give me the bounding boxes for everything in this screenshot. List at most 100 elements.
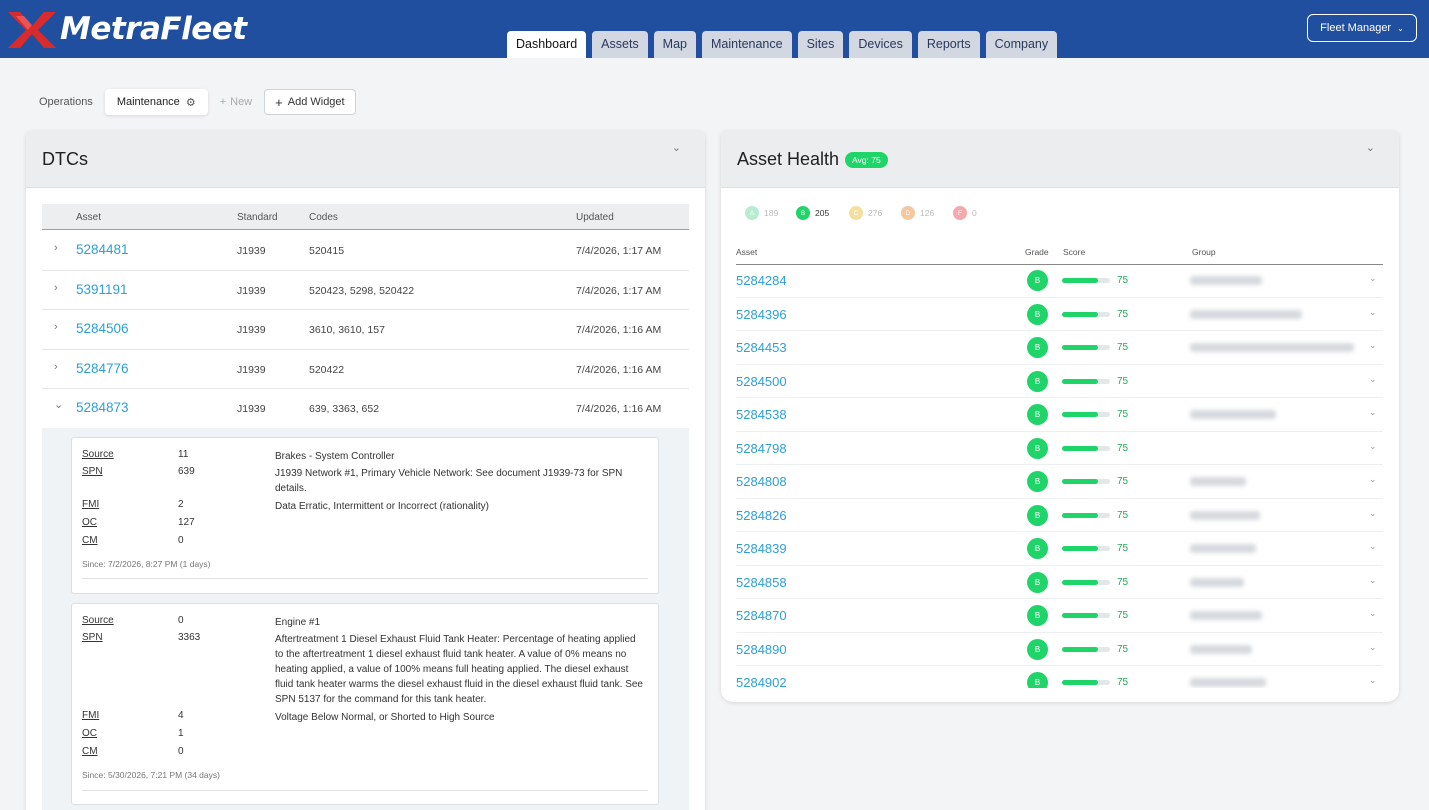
asset-link[interactable]: 5284538: [736, 407, 787, 422]
chevron-down-icon[interactable]: ⌄: [1369, 541, 1377, 552]
asset-link[interactable]: 5284839: [736, 541, 787, 556]
brand-logo[interactable]: MetraFleet: [6, 6, 247, 52]
asset-link[interactable]: 5284453: [736, 340, 787, 355]
fault-label-cm[interactable]: CM: [82, 746, 98, 757]
grade-filter-b[interactable]: B 205: [796, 206, 829, 220]
fault-label-spn[interactable]: SPN: [82, 466, 103, 477]
column-header-updated[interactable]: Updated: [576, 212, 614, 223]
dashboard-tab-operations[interactable]: Operations: [27, 89, 105, 115]
chevron-down-icon[interactable]: ⌄: [1369, 273, 1377, 284]
score-value: 75: [1117, 308, 1129, 320]
chevron-down-icon[interactable]: ⌄: [1369, 407, 1377, 418]
chevron-down-icon[interactable]: ⌄: [1369, 642, 1377, 653]
nav-tab-dashboard[interactable]: Dashboard: [507, 31, 587, 58]
asset-link[interactable]: 5284776: [76, 361, 129, 376]
table-row[interactable]: 5284284 B 75 ⌄: [736, 264, 1383, 298]
column-header-group[interactable]: Group: [1192, 247, 1216, 257]
asset-link[interactable]: 5284500: [736, 374, 787, 389]
chevron-right-icon[interactable]: ›: [54, 282, 58, 294]
asset-link[interactable]: 5284506: [76, 321, 129, 336]
nav-tab-company[interactable]: Company: [985, 31, 1058, 58]
asset-link[interactable]: 5391191: [76, 282, 128, 297]
chevron-down-icon[interactable]: ⌄: [54, 398, 63, 411]
gear-icon[interactable]: ⚙: [186, 96, 196, 109]
grade-filter-d[interactable]: D 126: [901, 206, 934, 220]
nav-tab-sites[interactable]: Sites: [797, 31, 844, 58]
asset-link[interactable]: 5284396: [736, 307, 787, 322]
add-widget-button[interactable]: + Add Widget: [264, 89, 356, 115]
column-header-grade[interactable]: Grade: [1025, 247, 1049, 257]
fault-label-cm[interactable]: CM: [82, 535, 98, 546]
chevron-down-icon[interactable]: ⌄: [1366, 141, 1375, 154]
asset-link[interactable]: 5284826: [736, 508, 787, 523]
fault-label-source[interactable]: Source: [82, 449, 114, 460]
fault-label-fmi[interactable]: FMI: [82, 710, 99, 721]
asset-link[interactable]: 5284284: [736, 273, 787, 288]
asset-link[interactable]: 5284873: [76, 400, 129, 415]
table-row[interactable]: 5284826 B 75 ⌄: [736, 499, 1383, 532]
chevron-right-icon[interactable]: ›: [54, 361, 58, 373]
table-row[interactable]: › 5284776 J1939 520422 7/4/2026, 1:16 AM: [42, 350, 689, 389]
fault-label-fmi[interactable]: FMI: [82, 499, 99, 510]
table-row[interactable]: 5284870 B 75 ⌄: [736, 599, 1383, 633]
table-row[interactable]: › 5391191 J1939 520423, 5298, 520422 7/4…: [42, 271, 689, 310]
column-header-standard[interactable]: Standard: [237, 212, 278, 223]
nav-tab-assets[interactable]: Assets: [592, 31, 648, 58]
fault-label-source[interactable]: Source: [82, 615, 114, 626]
chevron-right-icon[interactable]: ›: [54, 242, 58, 254]
table-row[interactable]: 5284396 B 75 ⌄: [736, 298, 1383, 331]
chevron-down-icon[interactable]: ⌄: [1369, 575, 1377, 586]
table-row[interactable]: 5284453 B 75 ⌄: [736, 331, 1383, 365]
asset-link[interactable]: 5284902: [736, 675, 787, 688]
column-header-asset[interactable]: Asset: [76, 212, 101, 223]
nav-tab-map[interactable]: Map: [653, 31, 696, 58]
asset-link[interactable]: 5284798: [736, 441, 787, 456]
user-menu-button[interactable]: Fleet Manager ⌄: [1307, 14, 1417, 42]
asset-link[interactable]: 5284858: [736, 575, 787, 590]
dashboard-tab-maintenance[interactable]: Maintenance ⚙: [104, 89, 208, 115]
chevron-down-icon[interactable]: ⌄: [1369, 340, 1377, 351]
asset-link[interactable]: 5284808: [736, 474, 787, 489]
table-row[interactable]: 5284808 B 75 ⌄: [736, 465, 1383, 499]
table-row[interactable]: › 5284506 J1939 3610, 3610, 157 7/4/2026…: [42, 310, 689, 350]
chevron-down-icon[interactable]: ⌄: [1369, 441, 1377, 452]
grade-filter-f[interactable]: F 0: [953, 206, 977, 220]
fault-label-spn[interactable]: SPN: [82, 632, 103, 643]
fault-label-oc[interactable]: OC: [82, 517, 97, 528]
nav-tab-devices[interactable]: Devices: [849, 31, 912, 58]
asset-link[interactable]: 5284870: [736, 608, 787, 623]
nav-tab-reports[interactable]: Reports: [917, 31, 980, 58]
standard-cell: J1939: [237, 324, 266, 336]
table-row[interactable]: 5284538 B 75 ⌄: [736, 398, 1383, 432]
table-row[interactable]: 5284902 B 75 ⌄: [736, 666, 1383, 688]
chevron-right-icon[interactable]: ›: [54, 321, 58, 333]
table-row[interactable]: 5284858 B 75 ⌄: [736, 566, 1383, 599]
dashboard-tab-label: Operations: [39, 96, 93, 108]
asset-link[interactable]: 5284481: [76, 242, 129, 257]
column-header-asset[interactable]: Asset: [736, 247, 757, 257]
chevron-down-icon[interactable]: ⌄: [1369, 508, 1377, 519]
table-row[interactable]: 5284839 B 75 ⌄: [736, 532, 1383, 566]
chevron-down-icon[interactable]: ⌄: [1369, 374, 1377, 385]
chevron-down-icon[interactable]: ⌄: [1369, 474, 1377, 485]
column-header-score[interactable]: Score: [1063, 247, 1085, 257]
chevron-down-icon[interactable]: ⌄: [1369, 307, 1377, 318]
group-value-redacted: [1190, 309, 1302, 319]
table-row-expanded[interactable]: ⌄ 5284873 J1939 639, 3363, 652 7/4/2026,…: [42, 389, 689, 429]
table-row[interactable]: › 5284481 J1939 520415 7/4/2026, 1:17 AM: [42, 231, 689, 271]
nav-tab-maintenance[interactable]: Maintenance: [702, 31, 792, 58]
asset-link[interactable]: 5284890: [736, 642, 787, 657]
column-header-codes[interactable]: Codes: [309, 212, 338, 223]
table-row[interactable]: 5284798 B 75 ⌄: [736, 432, 1383, 465]
grade-filter-c[interactable]: C 276: [849, 206, 882, 220]
chevron-down-icon[interactable]: ⌄: [1369, 675, 1377, 686]
chevron-down-icon[interactable]: ⌄: [1369, 608, 1377, 619]
table-row[interactable]: 5284500 B 75 ⌄: [736, 365, 1383, 398]
chevron-down-icon[interactable]: ⌄: [672, 141, 681, 154]
grade-dot: D: [901, 206, 915, 220]
fault-source-desc: Engine #1: [275, 617, 321, 628]
grade-filter-a[interactable]: A 189: [745, 206, 778, 220]
fault-label-oc[interactable]: OC: [82, 728, 97, 739]
table-row[interactable]: 5284890 B 75 ⌄: [736, 633, 1383, 666]
new-dashboard-button[interactable]: + New: [208, 89, 264, 115]
